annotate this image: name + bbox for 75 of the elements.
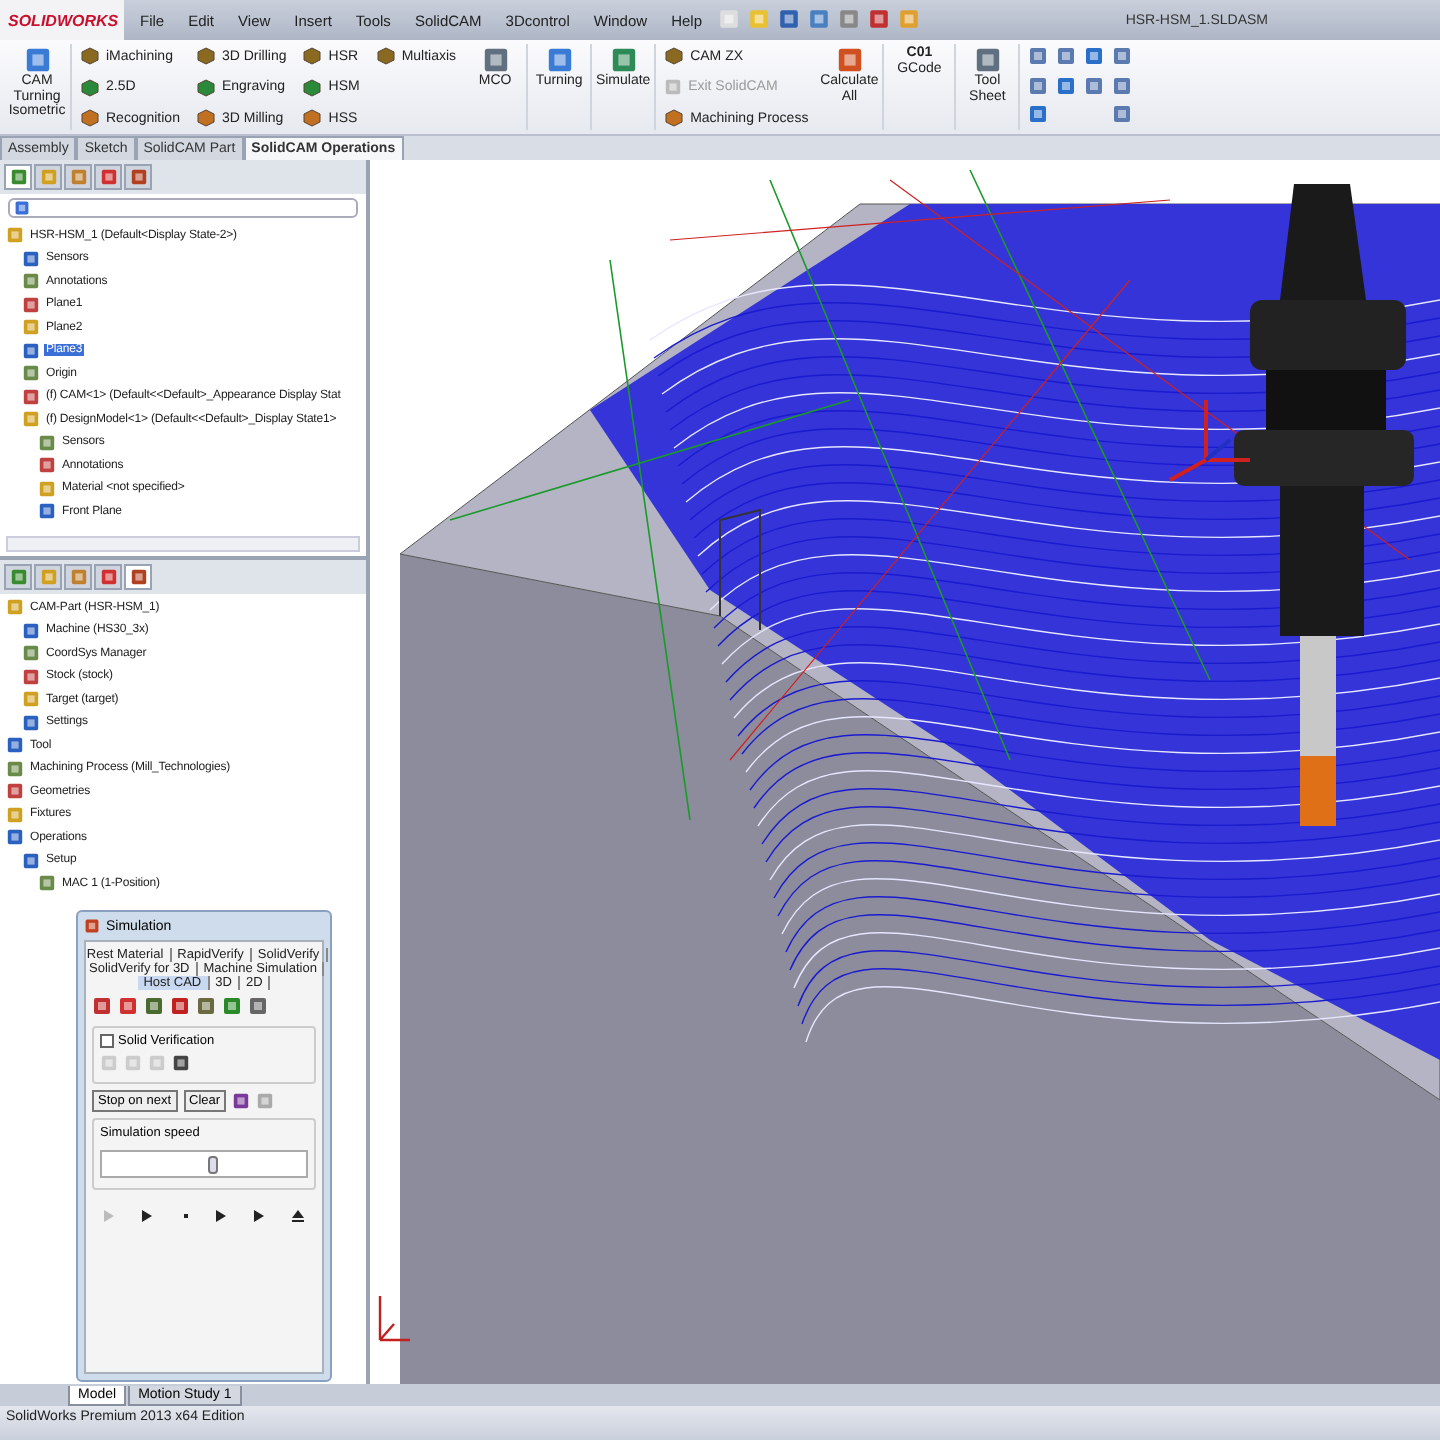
speed-slider[interactable] bbox=[100, 1150, 308, 1178]
cube-icon bbox=[302, 77, 323, 97]
view-icon bbox=[1112, 104, 1133, 124]
cube-icon bbox=[302, 108, 323, 128]
panel-tab[interactable] bbox=[94, 564, 122, 590]
cube-icon bbox=[664, 108, 685, 128]
tool-icon bbox=[835, 46, 864, 74]
tool-icon bbox=[23, 46, 51, 74]
tree-node-icon bbox=[38, 456, 56, 475]
scrollbar[interactable] bbox=[6, 536, 360, 552]
view-icon bbox=[1056, 75, 1077, 95]
panel-tab[interactable] bbox=[4, 564, 32, 590]
view-icon bbox=[1056, 46, 1077, 66]
view-icon bbox=[1084, 46, 1105, 66]
tree-node-icon bbox=[38, 874, 56, 893]
tree-node-icon bbox=[6, 759, 24, 778]
tree-node-icon bbox=[22, 295, 40, 314]
tool-icon bbox=[973, 46, 1002, 74]
view-icon bbox=[1084, 75, 1105, 95]
tree-node-icon bbox=[6, 782, 24, 801]
tree-node-icon bbox=[22, 713, 40, 732]
tree-node-icon bbox=[22, 644, 40, 663]
tree-node-icon bbox=[22, 387, 40, 406]
axis-triad-icon bbox=[1168, 398, 1252, 482]
panel-tab[interactable] bbox=[124, 164, 152, 190]
app-logo: SOLIDWORKS bbox=[0, 0, 124, 40]
tree-node-icon bbox=[6, 226, 24, 245]
panel-tab[interactable] bbox=[94, 164, 122, 190]
tree-node-icon bbox=[22, 341, 40, 360]
toolbar-icon bbox=[778, 7, 801, 29]
tree-node-icon bbox=[6, 736, 24, 755]
tree-node-icon bbox=[6, 805, 24, 824]
cube-icon bbox=[195, 46, 216, 66]
view-icon bbox=[1112, 46, 1133, 66]
tree-node-icon bbox=[6, 828, 24, 847]
view-icon bbox=[1028, 104, 1049, 124]
tree-node-icon bbox=[22, 410, 40, 429]
step-forward-icon[interactable] bbox=[214, 1208, 231, 1224]
tree-node-icon bbox=[22, 364, 40, 383]
toolbar-icon bbox=[808, 7, 831, 29]
cube-icon bbox=[195, 77, 216, 97]
toolbar-icon bbox=[838, 7, 861, 29]
panel-tab[interactable] bbox=[124, 564, 152, 590]
tool-icon bbox=[609, 46, 638, 74]
tree-node-icon bbox=[38, 479, 56, 498]
view-icon bbox=[1028, 75, 1049, 95]
cube-icon bbox=[195, 108, 216, 128]
view-icon bbox=[1028, 46, 1049, 66]
tree-node-icon bbox=[22, 621, 40, 640]
tree-node-icon bbox=[38, 502, 56, 521]
skip-end-icon[interactable] bbox=[251, 1208, 268, 1224]
toolbar-icon bbox=[748, 7, 771, 29]
tree-node-icon bbox=[22, 851, 40, 870]
tree-node-icon bbox=[22, 690, 40, 709]
coordinate-triad-icon bbox=[378, 1294, 412, 1342]
toolbar-icon bbox=[898, 7, 921, 29]
tree-node-icon bbox=[22, 318, 40, 337]
eject-icon[interactable] bbox=[289, 1208, 306, 1224]
tool-icon bbox=[481, 46, 510, 74]
tree-node-icon bbox=[38, 433, 56, 452]
tree-node-icon bbox=[6, 598, 24, 617]
cube-icon bbox=[664, 46, 685, 66]
tree-node-icon bbox=[22, 249, 40, 268]
view-icon bbox=[1112, 75, 1133, 95]
tree-node-icon bbox=[22, 667, 40, 686]
panel-tab[interactable] bbox=[4, 164, 32, 190]
play-icon[interactable] bbox=[139, 1208, 156, 1224]
toolbar-icon bbox=[868, 7, 891, 29]
tool-icon bbox=[664, 78, 683, 96]
toolbar-icon bbox=[718, 7, 741, 29]
filter-field[interactable] bbox=[8, 198, 358, 218]
tree-node-icon bbox=[22, 272, 40, 291]
cube-icon bbox=[302, 46, 323, 66]
tool-icon bbox=[545, 46, 574, 74]
cube-icon bbox=[375, 46, 396, 66]
